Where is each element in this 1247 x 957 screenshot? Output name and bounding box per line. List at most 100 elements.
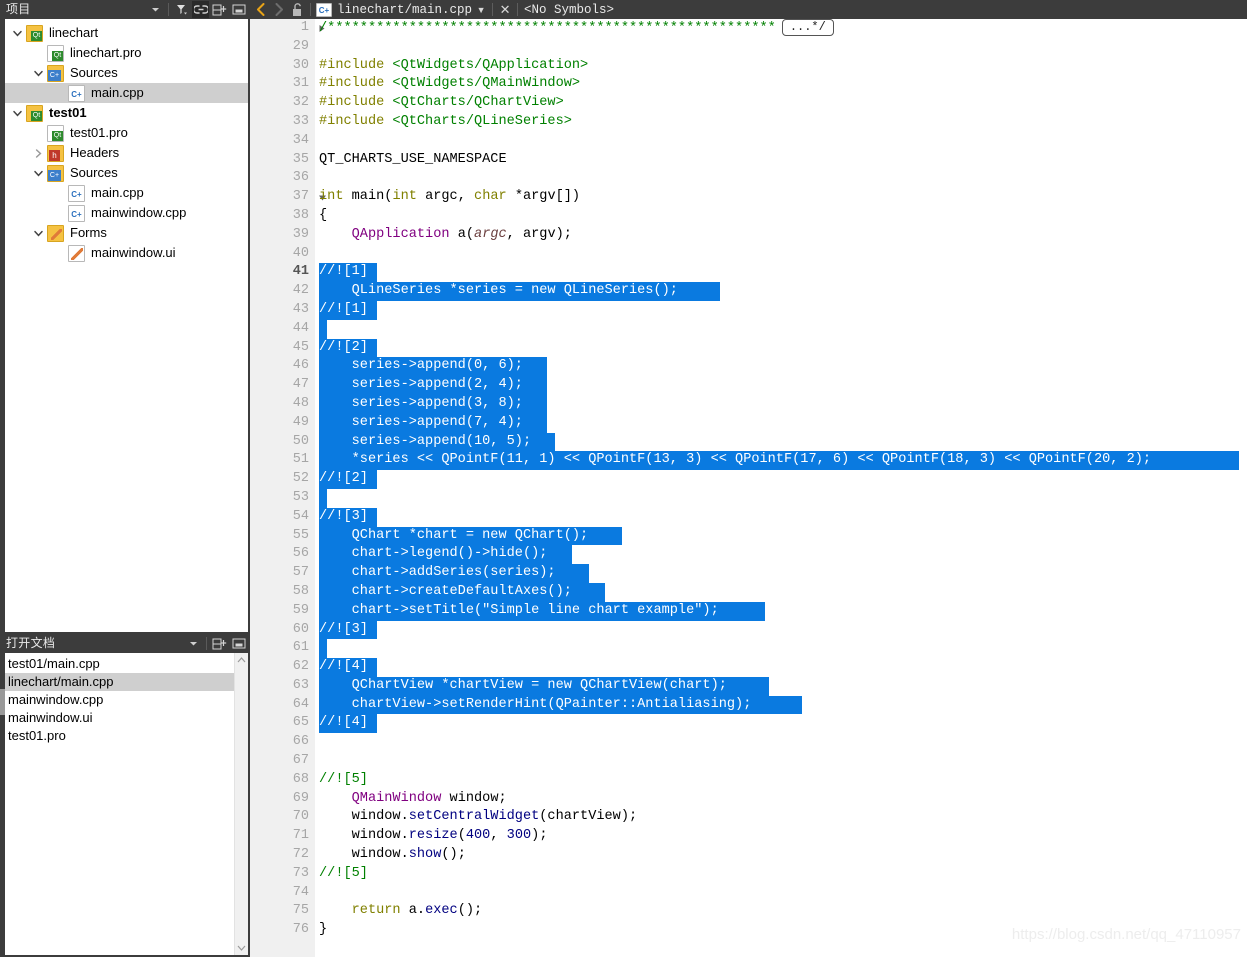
code-line[interactable]: //![2] bbox=[315, 470, 1247, 489]
tree-item-linechart[interactable]: linechart bbox=[2, 23, 248, 43]
open-document-item[interactable]: test01/main.cpp bbox=[2, 655, 248, 673]
code-line[interactable]: #include <QtCharts/QLineSeries> bbox=[315, 113, 1247, 132]
unlock-icon[interactable] bbox=[288, 0, 308, 19]
project-tree-panel[interactable]: linechart linechart.pro Sources main.cpp tes… bbox=[0, 19, 250, 634]
code-line[interactable] bbox=[315, 752, 1247, 771]
code-line[interactable]: //![5] bbox=[315, 865, 1247, 884]
chevron-down-icon[interactable] bbox=[8, 104, 26, 122]
code-line[interactable]: window.resize(400, 300); bbox=[315, 827, 1247, 846]
tree-item-test01[interactable]: test01 bbox=[2, 103, 248, 123]
tree-item-mainwindow-cpp[interactable]: mainwindow.cpp bbox=[2, 203, 248, 223]
tree-item-forms[interactable]: Forms bbox=[2, 223, 248, 243]
tree-item-linechart-pro[interactable]: linechart.pro bbox=[2, 43, 248, 63]
link-icon[interactable] bbox=[192, 1, 209, 18]
open-document-item[interactable]: mainwindow.ui bbox=[2, 709, 248, 727]
code-line[interactable]: series->append(0, 6); bbox=[315, 357, 1247, 377]
minimize-icon[interactable] bbox=[230, 635, 247, 652]
code-line[interactable]: { bbox=[315, 207, 1247, 226]
code-line[interactable]: QChartView *chartView = new QChartView(c… bbox=[315, 676, 1247, 696]
code-line[interactable]: QApplication a(argc, argv); bbox=[315, 226, 1247, 245]
open-document-item[interactable]: test01.pro bbox=[2, 727, 248, 745]
code-line[interactable] bbox=[315, 38, 1247, 57]
open-document-item[interactable]: linechart/main.cpp bbox=[2, 673, 248, 691]
code-line[interactable]: chart->setTitle("Simple line chart examp… bbox=[315, 601, 1247, 621]
open-documents-list[interactable]: test01/main.cpp linechart/main.cpp mainwin… bbox=[0, 653, 250, 957]
split-icon[interactable] bbox=[211, 1, 228, 18]
tree-item-headers[interactable]: Headers bbox=[2, 143, 248, 163]
code-token: //![5] bbox=[319, 771, 368, 787]
split-icon[interactable] bbox=[211, 635, 228, 652]
chevron-right-icon[interactable] bbox=[29, 144, 47, 162]
code-line[interactable] bbox=[315, 733, 1247, 752]
chevron-down-icon[interactable] bbox=[29, 64, 47, 82]
code-line[interactable]: QMainWindow window; bbox=[315, 790, 1247, 809]
code-line[interactable]: #include <QtWidgets/QApplication> bbox=[315, 57, 1247, 76]
code-line[interactable] bbox=[315, 132, 1247, 151]
code-line[interactable]: chart->addSeries(series); bbox=[315, 564, 1247, 583]
code-line[interactable]: //![4] bbox=[315, 658, 1247, 677]
code-token: <QtWidgets/QMainWindow> bbox=[392, 76, 581, 92]
code-line[interactable]: //![3] bbox=[315, 507, 1247, 527]
code-line[interactable]: chartView->setRenderHint(QPainter::Antia… bbox=[315, 695, 1247, 715]
code-line[interactable] bbox=[315, 169, 1247, 188]
chevron-down-icon[interactable]: ▼ bbox=[472, 5, 490, 15]
code-line[interactable] bbox=[315, 884, 1247, 903]
code-line[interactable]: } bbox=[315, 921, 1247, 940]
chevron-down-icon[interactable] bbox=[147, 1, 164, 18]
tree-item-sources[interactable]: Sources bbox=[2, 63, 248, 83]
code-line[interactable]: #include <QtWidgets/QMainWindow> bbox=[315, 75, 1247, 94]
code-line[interactable]: #include <QtCharts/QChartView> bbox=[315, 94, 1247, 113]
code-line[interactable]: series->append(10, 5); bbox=[315, 432, 1247, 452]
code-line[interactable]: series->append(3, 8); bbox=[315, 394, 1247, 414]
code-content[interactable]: /***************************************… bbox=[315, 19, 1247, 957]
chevron-down-icon[interactable] bbox=[8, 24, 26, 42]
code-line[interactable]: return a.exec(); bbox=[315, 902, 1247, 921]
code-line[interactable]: chart->createDefaultAxes(); bbox=[315, 582, 1247, 602]
code-editor[interactable]: 1 29 30 31 32 33 34 35 36 37 38 39 40 41 42 43 44 45 46 47 4… bbox=[250, 19, 1247, 957]
back-arrow-icon[interactable] bbox=[252, 0, 270, 19]
code-line[interactable] bbox=[315, 245, 1247, 264]
tree-item-main-cpp[interactable]: main.cpp bbox=[2, 83, 248, 103]
open-documents-scrollbar[interactable] bbox=[234, 653, 248, 955]
fold-marker-box[interactable]: ...*/ bbox=[781, 19, 834, 36]
code-line[interactable]: window.setCentralWidget(chartView); bbox=[315, 808, 1247, 827]
code-line[interactable]: window.show(); bbox=[315, 846, 1247, 865]
selected-text: chart->setTitle("Simple line chart examp… bbox=[319, 601, 765, 621]
forward-arrow-icon[interactable] bbox=[270, 0, 288, 19]
filter-icon[interactable] bbox=[173, 1, 190, 18]
line-number-row: 73 bbox=[250, 865, 315, 884]
code-line[interactable]: //![1] bbox=[315, 263, 1247, 283]
minimize-icon[interactable] bbox=[230, 1, 247, 18]
chevron-down-icon[interactable] bbox=[29, 224, 47, 242]
tree-item-label: mainwindow.ui bbox=[91, 245, 176, 260]
chevron-down-icon[interactable] bbox=[185, 635, 202, 652]
code-line[interactable]: //![3] bbox=[315, 620, 1247, 640]
tree-item-mainwindow-ui[interactable]: mainwindow.ui bbox=[2, 243, 248, 263]
code-line[interactable]: series->append(7, 4); bbox=[315, 413, 1247, 433]
code-line[interactable]: //![5] bbox=[315, 771, 1247, 790]
code-line[interactable] bbox=[315, 488, 1247, 508]
code-line[interactable] bbox=[315, 639, 1247, 659]
code-line[interactable]: /***************************************… bbox=[315, 19, 1247, 38]
code-line[interactable]: QLineSeries *series = new QLineSeries(); bbox=[315, 282, 1247, 301]
tree-item-main-cpp[interactable]: main.cpp bbox=[2, 183, 248, 203]
code-line[interactable]: chart->legend()->hide(); bbox=[315, 545, 1247, 565]
code-line[interactable]: //![1] bbox=[315, 300, 1247, 320]
code-line[interactable]: QT_CHARTS_USE_NAMESPACE bbox=[315, 151, 1247, 170]
code-line[interactable] bbox=[315, 319, 1247, 339]
scroll-down-arrow[interactable] bbox=[235, 941, 248, 955]
code-line[interactable]: *series << QPointF(11, 1) << QPointF(13,… bbox=[315, 451, 1247, 471]
close-icon[interactable]: ✕ bbox=[495, 2, 515, 18]
symbol-selector[interactable]: <No Symbols> bbox=[524, 3, 614, 17]
tree-item-test01-pro[interactable]: test01.pro bbox=[2, 123, 248, 143]
code-line[interactable]: series->append(2, 4); bbox=[315, 376, 1247, 395]
code-line[interactable]: //![4] bbox=[315, 714, 1247, 734]
editor-file-path[interactable]: linechart/main.cpp bbox=[337, 3, 472, 17]
scroll-up-arrow[interactable] bbox=[235, 653, 248, 667]
open-document-item[interactable]: mainwindow.cpp bbox=[2, 691, 248, 709]
code-line[interactable]: int main(int argc, char *argv[]) bbox=[315, 188, 1247, 207]
chevron-down-icon[interactable] bbox=[29, 164, 47, 182]
code-line[interactable]: QChart *chart = new QChart(); bbox=[315, 526, 1247, 546]
tree-item-sources[interactable]: Sources bbox=[2, 163, 248, 183]
code-line[interactable]: //![2] bbox=[315, 338, 1247, 358]
